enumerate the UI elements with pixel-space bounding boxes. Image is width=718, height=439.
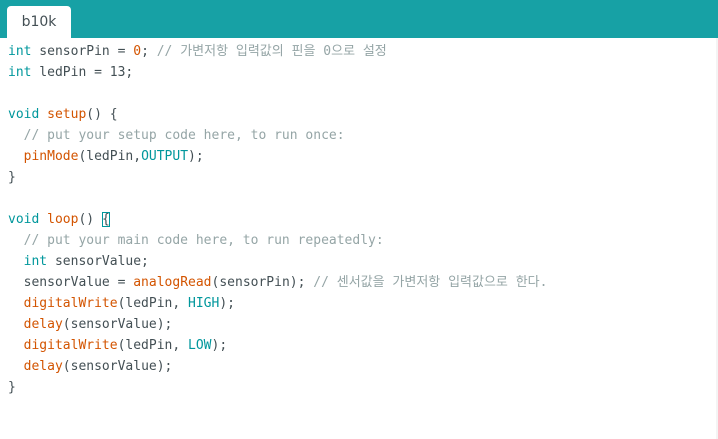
function-name: digitalWrite: [8, 338, 118, 353]
code-line-7: }: [8, 167, 547, 188]
code-line-10: // put your main code here, to run repea…: [8, 230, 547, 251]
function-name: digitalWrite: [8, 296, 118, 311]
constant: OUTPUT: [141, 149, 189, 164]
number-literal: 0: [133, 44, 142, 59]
tab-bar: b10k: [0, 0, 718, 38]
code-line-15: digitalWrite(ledPin, LOW);: [8, 335, 547, 356]
keyword: int: [8, 65, 32, 80]
code-line-9: void loop() {: [8, 209, 547, 230]
code-text: ledPin = 13;: [31, 65, 134, 80]
keyword: void: [8, 212, 40, 227]
function-name: loop: [39, 212, 79, 227]
comment: // put your setup code here, to run once…: [8, 128, 345, 143]
code-line-17: }: [8, 377, 547, 398]
code-text: () {: [86, 107, 118, 122]
code-text: (ledPin,: [78, 149, 142, 164]
code-line-14: delay(sensorValue);: [8, 314, 547, 335]
code-editor[interactable]: int sensorPin = 0; // 가변저항 입력값의 핀을 0으로 설…: [0, 38, 718, 439]
code-text: sensorPin =: [31, 44, 134, 59]
code-area[interactable]: int sensorPin = 0; // 가변저항 입력값의 핀을 0으로 설…: [8, 41, 547, 398]
keyword: int: [8, 44, 32, 59]
code-line-16: delay(sensorValue);: [8, 356, 547, 377]
function-name: setup: [39, 107, 87, 122]
code-text: );: [188, 149, 204, 164]
code-text: (): [78, 212, 102, 227]
code-line-2: int ledPin = 13;: [8, 62, 547, 83]
code-line-12: sensorValue = analogRead(sensorPin); // …: [8, 272, 548, 293]
function-name: delay: [8, 359, 63, 374]
code-text: }: [8, 170, 16, 185]
code-line-6: pinMode(ledPin,OUTPUT);: [8, 146, 547, 167]
matched-brace: {: [101, 212, 110, 227]
code-line-1: int sensorPin = 0; // 가변저항 입력값의 핀을 0으로 설…: [8, 41, 547, 62]
code-text: (ledPin,: [117, 338, 189, 353]
tab-b10k[interactable]: b10k: [7, 6, 71, 38]
keyword: int: [23, 254, 48, 269]
code-text: (sensorValue);: [62, 359, 173, 374]
code-text: (ledPin,: [117, 296, 189, 311]
function-name: pinMode: [8, 149, 79, 164]
code-line-13: digitalWrite(ledPin, HIGH);: [8, 293, 547, 314]
code-text: );: [211, 338, 228, 353]
function-name: delay: [8, 317, 63, 332]
keyword: void: [8, 107, 40, 122]
function-name: analogRead: [133, 275, 212, 290]
code-text: sensorValue;: [47, 254, 149, 269]
constant: LOW: [188, 338, 212, 353]
code-line-5: // put your setup code here, to run once…: [8, 125, 547, 146]
code-text: (sensorPin);: [211, 275, 306, 290]
code-text: (sensorValue);: [62, 317, 173, 332]
comment: // put your main code here, to run repea…: [8, 233, 384, 248]
code-line-11: int sensorValue;: [8, 251, 547, 272]
code-text: ;: [141, 44, 149, 59]
constant: HIGH: [188, 296, 220, 311]
code-text: );: [219, 296, 235, 311]
code-text: }: [8, 380, 16, 395]
code-line-4: void setup() {: [8, 104, 547, 125]
comment: // 센서값을 가변저항 입력값으로 한다.: [305, 275, 548, 290]
code-text: sensorValue =: [8, 275, 134, 290]
comment: // 가변저항 입력값의 핀을 0으로 설정: [148, 44, 387, 59]
